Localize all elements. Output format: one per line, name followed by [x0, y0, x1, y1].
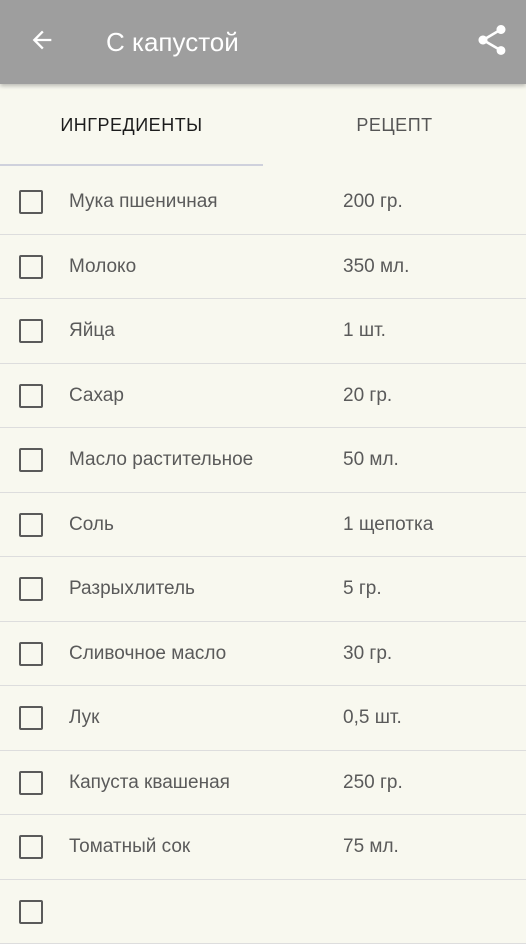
ingredient-checkbox[interactable]: [19, 642, 43, 666]
app-bar: С капустой: [0, 0, 526, 84]
list-item: Мука пшеничная 200 гр.: [0, 170, 526, 235]
list-item: Лук 0,5 шт.: [0, 686, 526, 751]
ingredient-quantity: 75 мл.: [343, 815, 399, 879]
ingredient-name: Сахар: [69, 364, 124, 428]
ingredient-quantity: 350 мл.: [343, 235, 409, 299]
ingredient-list: Мука пшеничная 200 гр. Молоко 350 мл. Яй…: [0, 170, 526, 944]
ingredient-name: Лук: [69, 686, 100, 750]
list-item: [0, 880, 526, 944]
ingredient-name: Соль: [69, 493, 114, 557]
ingredient-checkbox[interactable]: [19, 577, 43, 601]
ingredient-quantity: 20 гр.: [343, 364, 392, 428]
ingredient-name: Масло растительное: [69, 428, 253, 492]
ingredient-checkbox[interactable]: [19, 706, 43, 730]
ingredient-name: Мука пшеничная: [69, 170, 218, 234]
ingredient-checkbox[interactable]: [19, 771, 43, 795]
back-button[interactable]: [22, 22, 62, 62]
ingredient-checkbox[interactable]: [19, 384, 43, 408]
ingredient-quantity: 50 мл.: [343, 428, 399, 492]
list-item: Масло растительное 50 мл.: [0, 428, 526, 493]
list-item: Яйца 1 шт.: [0, 299, 526, 364]
share-icon: [474, 22, 510, 63]
share-button[interactable]: [472, 22, 512, 62]
tab-bar: ИНГРЕДИЕНТЫ РЕЦЕПТ: [0, 84, 526, 166]
ingredient-quantity: 5 гр.: [343, 557, 382, 621]
tab-indicator: [0, 164, 263, 166]
ingredient-name: Сливочное масло: [69, 622, 226, 686]
ingredient-name: Разрыхлитель: [69, 557, 195, 621]
ingredient-checkbox[interactable]: [19, 190, 43, 214]
page-title: С капустой: [106, 0, 239, 84]
ingredient-quantity: 200 гр.: [343, 170, 403, 234]
arrow-back-icon: [28, 26, 56, 59]
ingredient-checkbox[interactable]: [19, 900, 43, 924]
ingredient-quantity: 1 шт.: [343, 299, 386, 363]
list-item: Молоко 350 мл.: [0, 235, 526, 300]
list-item: Томатный сок 75 мл.: [0, 815, 526, 880]
ingredient-name: Капуста квашеная: [69, 751, 230, 815]
ingredient-quantity: 30 гр.: [343, 622, 392, 686]
tab-ingredients[interactable]: ИНГРЕДИЕНТЫ: [0, 84, 263, 166]
ingredient-name: Яйца: [69, 299, 115, 363]
ingredient-checkbox[interactable]: [19, 835, 43, 859]
ingredient-quantity: 250 гр.: [343, 751, 403, 815]
ingredient-name: Томатный сок: [69, 815, 190, 879]
ingredient-checkbox[interactable]: [19, 319, 43, 343]
ingredient-checkbox[interactable]: [19, 255, 43, 279]
list-item: Соль 1 щепотка: [0, 493, 526, 558]
list-item: Капуста квашеная 250 гр.: [0, 751, 526, 816]
ingredient-checkbox[interactable]: [19, 448, 43, 472]
ingredient-quantity: 1 щепотка: [343, 493, 433, 557]
list-item: Сливочное масло 30 гр.: [0, 622, 526, 687]
ingredient-name: Молоко: [69, 235, 136, 299]
list-item: Сахар 20 гр.: [0, 364, 526, 429]
ingredient-checkbox[interactable]: [19, 513, 43, 537]
tab-recipe[interactable]: РЕЦЕПТ: [263, 84, 526, 166]
ingredient-quantity: 0,5 шт.: [343, 686, 402, 750]
list-item: Разрыхлитель 5 гр.: [0, 557, 526, 622]
